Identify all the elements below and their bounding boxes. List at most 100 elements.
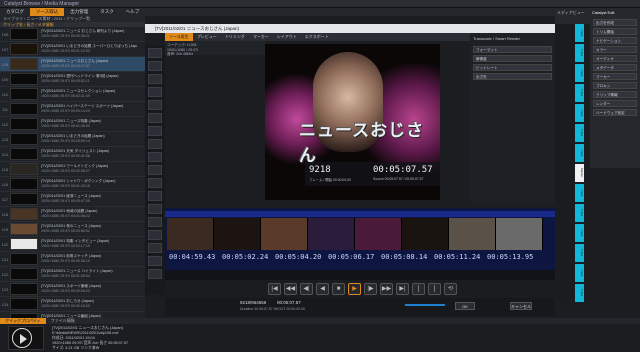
tool-button[interactable]: オーディオ bbox=[593, 55, 637, 62]
bin-icon[interactable] bbox=[148, 152, 162, 162]
track-toggle-button[interactable]: Track bbox=[575, 144, 584, 162]
bin-icon[interactable] bbox=[148, 48, 162, 58]
transport-button[interactable]: ◀◀ bbox=[284, 283, 297, 295]
track-toggle-button[interactable]: Track bbox=[575, 244, 584, 262]
timeline-frame[interactable] bbox=[496, 218, 543, 250]
bin-icon[interactable] bbox=[148, 139, 162, 149]
bin-icon[interactable] bbox=[148, 74, 162, 84]
tool-button[interactable]: レンダー bbox=[593, 100, 637, 107]
player-tab[interactable]: レイアウト bbox=[273, 33, 301, 41]
list-item[interactable]: 110 [TV]2011/02/01 ニュースセレクション (Japan) 1920… bbox=[0, 87, 145, 102]
transport-button[interactable]: ] bbox=[428, 283, 441, 295]
list-item[interactable]: 123 [TV]2011/02/01 スポーツ速報 (Japan) 1920×108… bbox=[0, 282, 145, 297]
tool-button[interactable]: ナビゲーション bbox=[593, 37, 637, 44]
list-item[interactable]: 112 [TV]2011/02/01 ニュース特集 (Japan) 1920×108… bbox=[0, 117, 145, 132]
menu-item[interactable]: カタログ bbox=[0, 8, 30, 16]
timeline[interactable]: 00:04:59.43 00:05:02.24 00:05:04.20 00:05:0… bbox=[165, 208, 555, 270]
player-tab[interactable]: ソース再生 bbox=[165, 33, 193, 41]
track-toggle-button[interactable]: Track bbox=[575, 44, 584, 62]
tool-button[interactable]: クリップ情報 bbox=[593, 91, 637, 98]
tool-button[interactable]: プロキシ bbox=[593, 82, 637, 89]
track-toggle-button[interactable]: Track bbox=[575, 184, 584, 202]
bin-icon[interactable] bbox=[148, 100, 162, 110]
transport-button[interactable]: ■ bbox=[332, 283, 345, 295]
list-item[interactable]: 117 [TV]2011/02/01 経済ニュース (Japan) 1920×108… bbox=[0, 192, 145, 207]
track-toggle-button[interactable]: Track bbox=[575, 264, 584, 282]
timeline-frame[interactable] bbox=[214, 218, 261, 250]
tool-button[interactable]: 出力を作成 bbox=[593, 19, 637, 26]
list-item[interactable]: 108 [TV]2011/02/01 ニュースおじさん (Japan) 1920×1… bbox=[0, 57, 145, 72]
bin-icon[interactable] bbox=[148, 230, 162, 240]
list-item[interactable]: 119 [TV]2011/02/01 夜のニュース (Japan) 1920×108… bbox=[0, 222, 145, 237]
bin-icon[interactable] bbox=[148, 204, 162, 214]
list-item[interactable]: 116 [TV]2011/02/01 シャドウ・ボクシング (Japan) 1920… bbox=[0, 177, 145, 192]
play-icon[interactable] bbox=[12, 328, 32, 348]
ok-button[interactable]: OK bbox=[455, 302, 475, 310]
timeline-frame[interactable] bbox=[261, 218, 308, 250]
bin-icon[interactable] bbox=[148, 243, 162, 253]
transport-button[interactable]: |▶ bbox=[364, 283, 377, 295]
timeline-frame[interactable] bbox=[402, 218, 449, 250]
menu-item[interactable]: ソース取込 bbox=[30, 8, 65, 16]
timeline-frame[interactable] bbox=[449, 218, 496, 250]
list-item[interactable]: 106 [TV]2011/02/01 ニュース おじさん 朝刊より (Japan)… bbox=[0, 27, 145, 42]
track-toggle-button[interactable]: Track bbox=[575, 284, 584, 302]
panel-option[interactable]: ビットレート bbox=[473, 64, 552, 71]
track-toggle-button[interactable]: Track bbox=[575, 204, 584, 222]
menu-item[interactable]: タスク bbox=[94, 8, 120, 16]
tool-button[interactable]: メタデータ bbox=[593, 64, 637, 71]
bin-icon[interactable] bbox=[148, 61, 162, 71]
transport-button[interactable]: [ bbox=[412, 283, 425, 295]
transport-button[interactable]: ▶ bbox=[348, 283, 361, 295]
list-item[interactable]: 107 [TV]2011/02/01 いまどきの話題 スーパーひとりぼっち (Ja… bbox=[0, 42, 145, 57]
track-toggle-button[interactable]: Track bbox=[575, 64, 584, 82]
bin-icon[interactable] bbox=[148, 165, 162, 175]
list-item[interactable]: 121 [TV]2011/02/01 街角スケッチ (Japan) 1920×108… bbox=[0, 252, 145, 267]
bin-icon[interactable] bbox=[148, 87, 162, 97]
transport-button[interactable]: ◀ bbox=[316, 283, 329, 295]
tool-button[interactable]: トリム開始 bbox=[593, 28, 637, 35]
menu-item[interactable]: ヘルプ bbox=[120, 8, 146, 16]
player-window-titlebar[interactable]: [TV]2011/02/01 ニュースおじさん (Japan) bbox=[145, 24, 555, 33]
list-item[interactable]: 118 [TV]2011/02/01 地域の話題 (Japan) 1920×1080… bbox=[0, 207, 145, 222]
list-item[interactable]: 120 [TV]2011/02/01 特集 インタビュー (Japan) 1920×… bbox=[0, 237, 145, 252]
tool-button[interactable]: マーカー bbox=[593, 73, 637, 80]
tool-button[interactable]: カラー bbox=[593, 46, 637, 53]
bin-icon[interactable] bbox=[148, 191, 162, 201]
transport-button[interactable]: ▶| bbox=[396, 283, 409, 295]
tool-button[interactable]: ハードウェア設定 bbox=[593, 109, 637, 116]
timeline-ruler[interactable] bbox=[165, 211, 555, 217]
volume-slider[interactable] bbox=[405, 304, 445, 306]
track-toggle-button[interactable]: Track bbox=[575, 84, 584, 102]
bin-icon[interactable] bbox=[148, 269, 162, 279]
list-item[interactable]: 122 [TV]2011/02/01 ニュース ハイライト (Japan) 1920… bbox=[0, 267, 145, 282]
transport-button[interactable]: ◀| bbox=[300, 283, 313, 295]
panel-option[interactable]: フォーマット bbox=[473, 46, 552, 53]
timeline-frame[interactable] bbox=[308, 218, 355, 250]
player-tab[interactable]: トリミング bbox=[221, 33, 249, 41]
list-item[interactable]: 115 [TV]2011/02/01 ワールドトピック (Japan) 1920×1… bbox=[0, 162, 145, 177]
track-toggle-button[interactable]: Track bbox=[575, 24, 584, 42]
transport-button[interactable]: |◀ bbox=[268, 283, 281, 295]
track-toggle-button[interactable]: Track bbox=[575, 224, 584, 242]
track-toggle-button[interactable]: Marker bbox=[575, 164, 584, 182]
transport-button[interactable]: ⟲ bbox=[444, 283, 457, 295]
timeline-frame[interactable] bbox=[355, 218, 402, 250]
list-item[interactable]: 109 [TV]2011/02/01 週刊ヘッドライン 第3回 (Japan) 19… bbox=[0, 72, 145, 87]
timeline-frame[interactable] bbox=[167, 218, 214, 250]
bin-icon[interactable] bbox=[148, 256, 162, 266]
player-tab[interactable]: プレビュー bbox=[193, 33, 221, 41]
player-tab[interactable]: エクスポート bbox=[301, 33, 333, 41]
track-toggle-button[interactable]: Track bbox=[575, 104, 584, 122]
bin-icon[interactable] bbox=[148, 178, 162, 188]
list-item[interactable]: 124 [TV]2011/02/01 おしらせ (Japan) 1920×1080 … bbox=[0, 297, 145, 312]
bin-icon[interactable] bbox=[148, 217, 162, 227]
panel-option[interactable]: 出力先 bbox=[473, 73, 552, 80]
bin-icon[interactable] bbox=[148, 126, 162, 136]
cancel-button[interactable]: キャンセル bbox=[510, 302, 532, 310]
list-item[interactable]: 111 [TV]2011/02/01 ハイパーステージ スポーツ (Japan) 1… bbox=[0, 102, 145, 117]
transport-button[interactable]: ▶▶ bbox=[380, 283, 393, 295]
list-item[interactable]: 114 [TV]2011/02/01 天気 ダイジェスト (Japan) 1920×… bbox=[0, 147, 145, 162]
track-toggle-button[interactable]: Track bbox=[575, 124, 584, 142]
panel-option[interactable]: 解像度 bbox=[473, 55, 552, 62]
